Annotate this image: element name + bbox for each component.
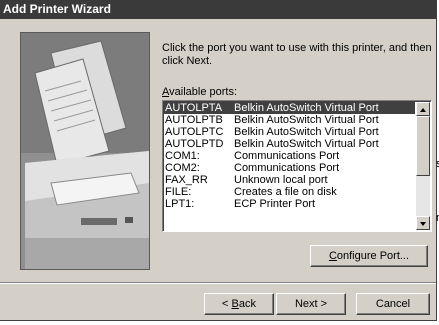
port-name: AUTOLPTB (165, 114, 223, 126)
port-name: FILE: (165, 186, 192, 198)
port-name: AUTOLPTC (165, 126, 224, 138)
port-name: LPT1: (165, 198, 195, 210)
back-mnemonic: B (231, 298, 239, 310)
port-row-autolpta[interactable]: AUTOLPTA Belkin AutoSwitch Virtual Port (164, 102, 415, 114)
port-description: ECP Printer Port (234, 198, 316, 210)
available-ports-label-text: vailable ports: (169, 86, 238, 98)
footer-separator (0, 282, 436, 284)
port-description: Unknown local port (234, 174, 328, 186)
port-description: Belkin AutoSwitch Virtual Port (234, 102, 379, 114)
scroll-thumb[interactable] (416, 116, 430, 176)
add-printer-wizard-dialog: Add Printer Wizard Click the port you wa… (0, 0, 437, 321)
back-button[interactable]: < Back (204, 293, 274, 315)
port-name: AUTOLPTD (165, 138, 224, 150)
available-ports-label: Available ports: (162, 86, 237, 98)
port-name: COM2: (165, 162, 200, 174)
back-label-lead: < (222, 298, 232, 310)
port-row-com1[interactable]: COM1: Communications Port (164, 150, 415, 162)
port-row-autolptd[interactable]: AUTOLPTD Belkin AutoSwitch Virtual Port (164, 138, 415, 150)
port-name: FAX_RR (165, 174, 208, 186)
next-label: Next > (294, 298, 328, 310)
port-row-file[interactable]: FILE: Creates a file on disk (164, 186, 415, 198)
triangle-up-icon (420, 108, 426, 112)
title-bar[interactable]: Add Printer Wizard (0, 0, 436, 19)
port-row-autolptb[interactable]: AUTOLPTB Belkin AutoSwitch Virtual Port (164, 114, 415, 126)
printer-illustration-image (21, 33, 149, 269)
port-description: Creates a file on disk (234, 186, 337, 198)
screen: Add Printer Wizard Click the port you wa… (0, 0, 439, 325)
port-row-autolptc[interactable]: AUTOLPTC Belkin AutoSwitch Virtual Port (164, 126, 415, 138)
port-row-lpt1[interactable]: LPT1: ECP Printer Port (164, 198, 415, 210)
port-description: Belkin AutoSwitch Virtual Port (234, 114, 379, 126)
port-name: COM1: (165, 150, 200, 162)
cancel-button[interactable]: Cancel (356, 293, 430, 315)
port-row-fax-rr[interactable]: FAX_RR Unknown local port (164, 174, 415, 186)
port-description: Communications Port (234, 162, 340, 174)
ports-scrollbar[interactable] (416, 102, 430, 230)
back-label: ack (238, 298, 256, 310)
configure-port-button[interactable]: Configure Port... (310, 245, 428, 267)
next-button[interactable]: Next > (276, 293, 346, 315)
available-ports-listbox[interactable]: AUTOLPTA Belkin AutoSwitch Virtual Port … (162, 100, 432, 232)
configure-port-mnemonic: C (328, 250, 337, 262)
scroll-down-button[interactable] (416, 216, 430, 230)
wizard-printer-illustration (20, 32, 150, 270)
port-description: Communications Port (234, 150, 340, 162)
configure-port-label: onfigure Port... (336, 250, 410, 262)
port-description: Belkin AutoSwitch Virtual Port (234, 126, 379, 138)
port-name: AUTOLPTA (165, 102, 223, 114)
window-title: Add Printer Wizard (3, 2, 111, 16)
scroll-up-button[interactable] (416, 102, 430, 116)
cancel-label: Cancel (375, 298, 411, 310)
triangle-down-icon (420, 222, 426, 226)
instruction-text: Click the port you want to use with this… (162, 42, 432, 67)
ports-list: AUTOLPTA Belkin AutoSwitch Virtual Port … (164, 102, 415, 230)
port-description: Belkin AutoSwitch Virtual Port (234, 138, 379, 150)
port-row-com2[interactable]: COM2: Communications Port (164, 162, 415, 174)
